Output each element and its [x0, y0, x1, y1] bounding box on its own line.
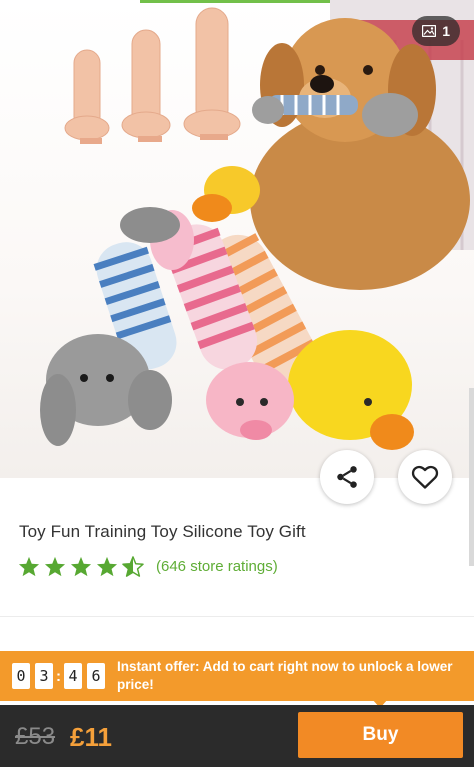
countdown-digit: 4	[64, 663, 82, 689]
heart-icon	[411, 465, 439, 489]
ratings-count[interactable]: (646 store ratings)	[156, 558, 278, 575]
star-icon	[18, 556, 40, 577]
half-star-icon	[122, 556, 144, 577]
original-price: £53	[15, 723, 56, 750]
image-count-badge[interactable]: 1	[412, 16, 460, 46]
buy-button[interactable]: Buy	[298, 712, 463, 758]
countdown-digit: 0	[12, 663, 30, 689]
countdown-separator: :	[56, 667, 61, 685]
product-image[interactable]: 1	[0, 0, 474, 478]
instant-offer-banner[interactable]: 0 3 : 4 6 Instant offer: Add to cart rig…	[0, 651, 474, 701]
store-rating[interactable]: (646 store ratings)	[18, 556, 278, 577]
image-count: 1	[442, 23, 450, 39]
share-button[interactable]	[320, 450, 374, 504]
countdown-digit: 3	[35, 663, 53, 689]
instant-offer-text: Instant offer: Add to cart right now to …	[117, 659, 453, 692]
wishlist-button[interactable]	[398, 450, 452, 504]
sale-price: £11	[70, 722, 112, 752]
star-icon	[96, 556, 118, 577]
image-icon	[422, 25, 437, 37]
countdown-digit: 6	[87, 663, 105, 689]
scroll-indicator	[469, 388, 474, 566]
section-divider	[0, 616, 474, 617]
product-photo-illustration	[40, 0, 474, 450]
countdown-timer: 0 3 : 4 6	[12, 663, 105, 689]
star-icon	[44, 556, 66, 577]
share-icon	[337, 466, 357, 488]
purchase-bar: £53 £11 Buy	[0, 705, 474, 767]
star-icon	[70, 556, 92, 577]
product-title: Toy Fun Training Toy Silicone Toy Gift	[19, 522, 306, 541]
